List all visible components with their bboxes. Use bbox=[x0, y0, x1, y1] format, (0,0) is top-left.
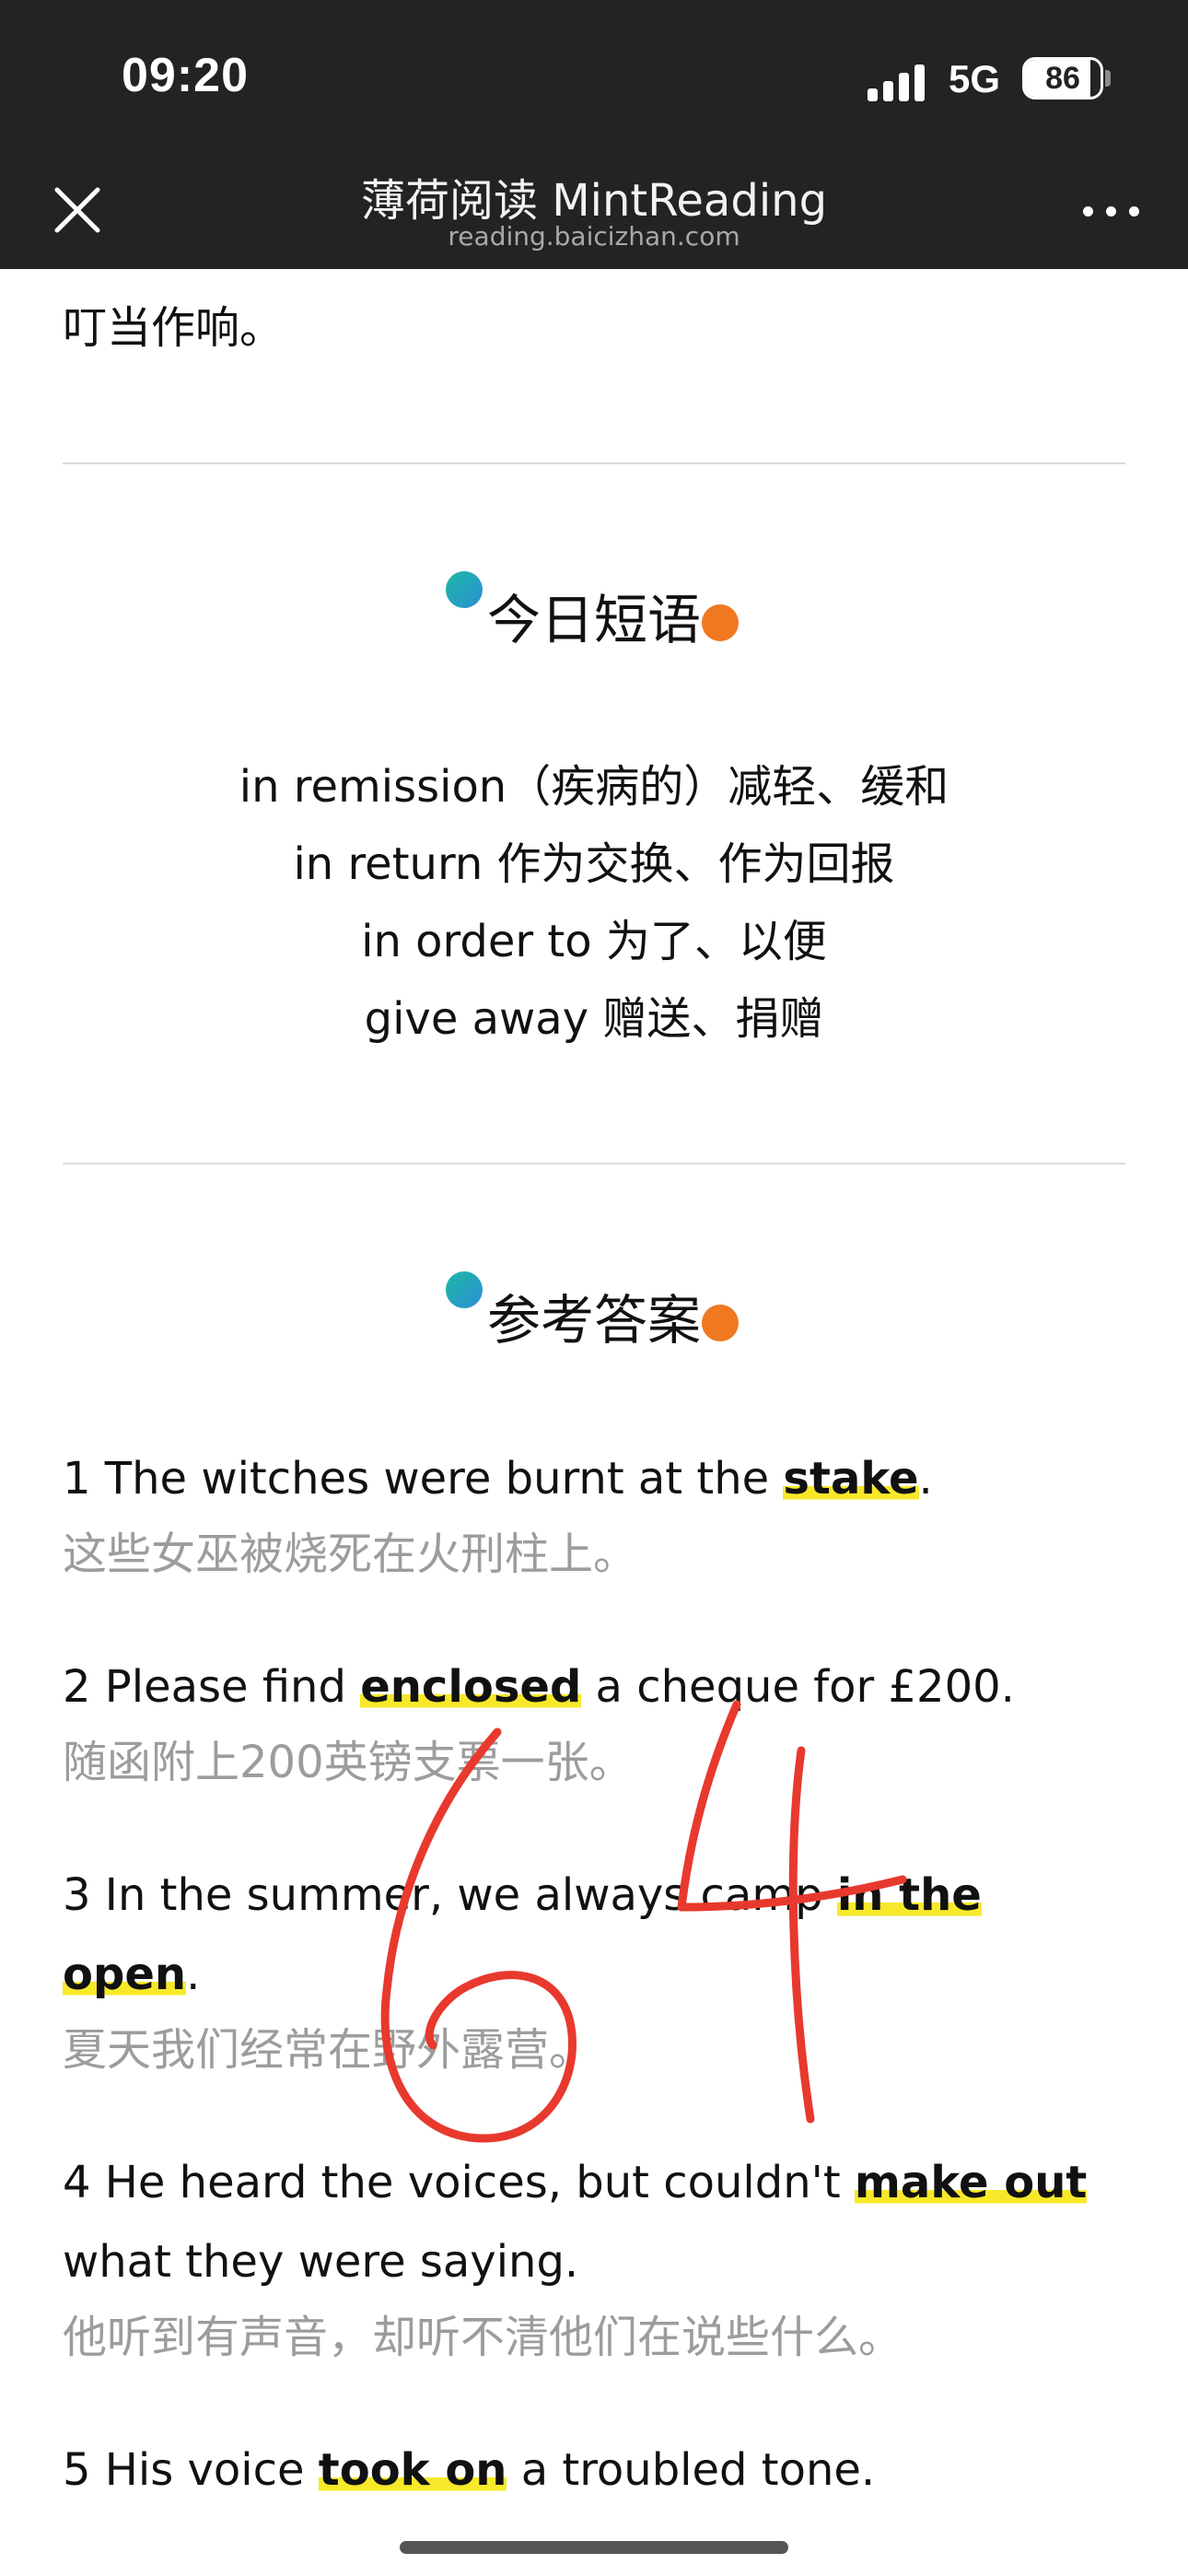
answer-item: 5 His voice took on a troubled tone. bbox=[63, 2430, 1131, 2510]
signal-icon bbox=[868, 63, 926, 101]
more-icon-dot bbox=[1106, 206, 1116, 217]
answer-sentence: 4 He heard the voices, but couldn't make… bbox=[63, 2143, 1131, 2301]
divider bbox=[63, 463, 1125, 464]
answer-translation: 夏天我们经常在野外露营。 bbox=[63, 2024, 594, 2076]
key-phrase: make out bbox=[854, 2157, 1088, 2208]
decorative-dot-orange bbox=[702, 1305, 739, 1341]
more-button[interactable] bbox=[1079, 193, 1144, 230]
sentence-text: 4 He heard the voices, but couldn't bbox=[63, 2157, 855, 2208]
sentence-text: a troubled tone. bbox=[507, 2444, 876, 2496]
decorative-dot-orange bbox=[702, 604, 739, 641]
article-text-tail: 叮当作响。 bbox=[63, 302, 285, 354]
sentence-text: . bbox=[918, 1453, 933, 1505]
phrases-section-title: 今日短语 bbox=[486, 589, 701, 651]
page-url: reading.baicizhan.com bbox=[448, 221, 740, 252]
phrase-item: in order to 为了、以便 bbox=[361, 916, 827, 967]
page-title: 薄荷阅读 MintReading bbox=[360, 175, 828, 227]
more-icon-dot bbox=[1129, 206, 1139, 217]
home-indicator[interactable] bbox=[400, 2541, 788, 2554]
answer-sentence: 3 In the summer, we always camp in the o… bbox=[63, 1856, 1131, 2014]
sentence-text: . bbox=[186, 1949, 201, 2000]
battery-level: 86 bbox=[1045, 61, 1080, 96]
top-bar: 09:20 5G 86 薄荷阅读 MintReading reading.bai… bbox=[0, 0, 1188, 269]
network-type: 5G bbox=[949, 57, 1001, 100]
phrase-list: in remission（疾病的）减轻、缓和 in return 作为交换、作为… bbox=[0, 748, 1188, 1058]
answers-section-title: 参考答案 bbox=[486, 1289, 701, 1352]
battery-icon: 86 bbox=[1022, 57, 1103, 100]
sentence-text: a cheque for £200. bbox=[581, 1661, 1015, 1713]
more-icon bbox=[1083, 206, 1093, 217]
sentence-text: 1 The witches were burnt at the bbox=[63, 1453, 784, 1505]
key-phrase: stake bbox=[783, 1453, 919, 1505]
phrase-item: in remission（疾病的）减轻、缓和 bbox=[239, 761, 949, 813]
answer-item: 2 Please find enclosed a cheque for £200… bbox=[63, 1647, 1131, 1795]
status-time: 09:20 bbox=[122, 49, 249, 102]
divider bbox=[63, 1163, 1125, 1165]
answer-translation: 他听到有声音，却听不清他们在说些什么。 bbox=[63, 2312, 903, 2363]
answer-item: 1 The witches were burnt at the stake. 这… bbox=[63, 1439, 1131, 1587]
sentence-text: what they were saying. bbox=[63, 2236, 579, 2288]
key-phrase: took on bbox=[318, 2444, 507, 2496]
answer-item: 3 In the summer, we always camp in the o… bbox=[63, 1856, 1131, 2082]
answer-sentence: 5 His voice took on a troubled tone. bbox=[63, 2430, 1131, 2510]
answer-translation: 这些女巫被烧死在火刑柱上。 bbox=[63, 1528, 638, 1580]
answer-translation: 随函附上200英镑支票一张。 bbox=[63, 1737, 634, 1788]
answer-sentence: 1 The witches were burnt at the stake. bbox=[63, 1439, 1131, 1518]
answer-item: 4 He heard the voices, but couldn't make… bbox=[63, 2143, 1131, 2370]
phrase-item: give away 赠送、捐赠 bbox=[364, 993, 824, 1045]
battery-tip bbox=[1105, 70, 1111, 87]
answer-sentence: 2 Please find enclosed a cheque for £200… bbox=[63, 1647, 1131, 1727]
key-phrase: enclosed bbox=[360, 1661, 582, 1713]
phrase-item: in return 作为交换、作为回报 bbox=[293, 838, 895, 890]
answer-list: 1 The witches were burnt at the stake. 这… bbox=[63, 1439, 1131, 2510]
sentence-text: 3 In the summer, we always camp bbox=[63, 1869, 837, 1921]
article-content[interactable]: 叮当作响。 今日短语 in remission（疾病的）减轻、缓和 in ret… bbox=[0, 269, 1188, 2576]
sentence-text: 2 Please find bbox=[63, 1661, 361, 1713]
sentence-text: 5 His voice bbox=[63, 2444, 319, 2496]
